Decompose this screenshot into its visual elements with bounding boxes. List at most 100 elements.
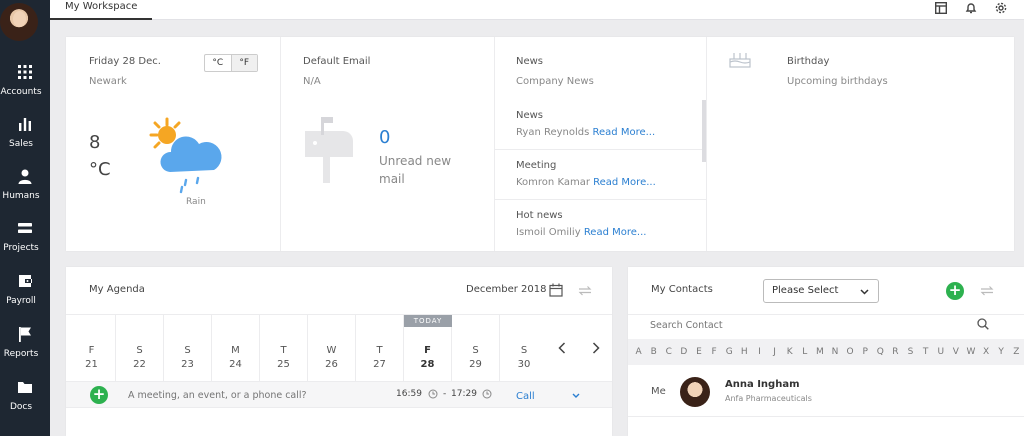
- projects-icon: [18, 223, 32, 233]
- unread-mail-caption-line1: Unread new: [379, 154, 452, 168]
- contacts-card: My Contacts Please Select + ABCDEFGHIJKL…: [628, 267, 1024, 436]
- bell-icon[interactable]: [965, 2, 977, 14]
- new-event-row: + 16:59 - 17:29 Call: [66, 381, 612, 408]
- unit-fahrenheit-button[interactable]: °F: [230, 55, 257, 71]
- chevron-left-icon[interactable]: [558, 342, 566, 354]
- alphabet-letter[interactable]: D: [676, 347, 691, 357]
- search-icon[interactable]: [977, 318, 989, 330]
- news-item[interactable]: News Ryan Reynolds Read More...: [494, 100, 706, 150]
- weather-condition: Rain: [186, 197, 206, 207]
- agenda-day[interactable]: W 26: [308, 315, 356, 381]
- alphabet-letter[interactable]: H: [737, 347, 752, 357]
- alphabet-letter[interactable]: J: [767, 347, 782, 357]
- weather-widget: Friday 28 Dec. Newark °C °F 8 °C Rain: [66, 37, 280, 251]
- alphabet-letter[interactable]: A: [631, 347, 646, 357]
- chevron-down-icon[interactable]: [572, 393, 580, 399]
- alphabet-letter[interactable]: Y: [994, 347, 1009, 357]
- sidebar: Accounts Sales Humans Projects Payroll R…: [0, 0, 50, 436]
- calendar-icon[interactable]: [549, 283, 563, 297]
- sidebar-item-sales[interactable]: Sales: [0, 116, 50, 149]
- sidebar-item-label: Reports: [3, 349, 39, 359]
- agenda-day[interactable]: M 24: [212, 315, 260, 381]
- gear-icon[interactable]: [995, 2, 1007, 14]
- event-title-input[interactable]: [128, 386, 378, 404]
- read-more-link[interactable]: Read More...: [584, 227, 647, 238]
- email-title: Default Email: [303, 56, 371, 67]
- event-start-time[interactable]: 16:59: [396, 389, 422, 399]
- alphabet-letter[interactable]: M: [812, 347, 827, 357]
- alphabet-letter[interactable]: G: [722, 347, 737, 357]
- agenda-day[interactable]: S 23: [164, 315, 212, 381]
- tab-my-workspace[interactable]: My Workspace: [50, 0, 153, 20]
- unit-celsius-button[interactable]: °C: [205, 55, 231, 71]
- sidebar-item-payroll[interactable]: Payroll: [0, 273, 50, 306]
- sidebar-item-docs[interactable]: Docs: [0, 379, 50, 412]
- alphabet-letter[interactable]: V: [948, 347, 963, 357]
- alphabet-letter[interactable]: E: [691, 347, 706, 357]
- sidebar-item-accounts[interactable]: Accounts: [0, 64, 50, 97]
- refresh-icon[interactable]: [578, 284, 592, 297]
- agenda-title: My Agenda: [89, 284, 145, 295]
- layout-icon[interactable]: [935, 2, 947, 14]
- unread-mail-count[interactable]: 0: [379, 127, 390, 148]
- agenda-day[interactable]: F 21: [68, 315, 116, 381]
- agenda-day[interactable]: T 27: [356, 315, 404, 381]
- read-more-link[interactable]: Read More...: [593, 127, 656, 138]
- alphabet-letter[interactable]: Z: [1009, 347, 1024, 357]
- news-subtitle: Company News: [516, 76, 594, 87]
- alphabet-letter[interactable]: Q: [873, 347, 888, 357]
- alphabet-letter[interactable]: W: [963, 347, 978, 357]
- news-item-author: Komron Kamar: [516, 177, 590, 188]
- alphabet-letter[interactable]: K: [782, 347, 797, 357]
- news-item[interactable]: Meeting Komron Kamar Read More...: [494, 150, 706, 200]
- chevron-down-icon[interactable]: [860, 289, 869, 295]
- alphabet-letter[interactable]: F: [707, 347, 722, 357]
- alphabet-letter[interactable]: P: [858, 347, 873, 357]
- event-end-time[interactable]: 17:29: [451, 389, 477, 399]
- agenda-day-today[interactable]: TODAY F 28: [404, 315, 452, 381]
- sidebar-item-reports[interactable]: Reports: [0, 326, 50, 359]
- agenda-month: December 2018: [466, 284, 547, 295]
- birthday-subtitle: Upcoming birthdays: [787, 76, 888, 87]
- news-item[interactable]: Hot news Ismoil Omiliy Read More...: [494, 200, 706, 250]
- alphabet-letter[interactable]: O: [843, 347, 858, 357]
- alphabet-letter[interactable]: S: [903, 347, 918, 357]
- alphabet-letter[interactable]: X: [979, 347, 994, 357]
- alphabet-letter[interactable]: I: [752, 347, 767, 357]
- sidebar-item-projects[interactable]: Projects: [0, 220, 50, 253]
- alphabet-letter[interactable]: N: [827, 347, 842, 357]
- agenda-day[interactable]: S 30: [500, 315, 548, 381]
- agenda-day[interactable]: T 25: [260, 315, 308, 381]
- clock-icon[interactable]: [482, 389, 492, 399]
- contact-row[interactable]: Me Anna Ingham Anfa Pharmaceuticals: [628, 367, 1024, 417]
- alphabet-letter[interactable]: T: [918, 347, 933, 357]
- contact-me-label: Me: [651, 386, 666, 397]
- clock-icon[interactable]: [428, 389, 438, 399]
- news-item-heading: News: [516, 110, 544, 121]
- sidebar-item-humans[interactable]: Humans: [0, 168, 50, 201]
- add-contact-button[interactable]: +: [946, 282, 964, 300]
- alphabet-letter[interactable]: C: [661, 347, 676, 357]
- event-type-select[interactable]: Call: [516, 391, 535, 402]
- rain-cloud-icon: [149, 117, 222, 194]
- agenda-day-strip: F 21 S 22 S 23 M 24 T 25 W 26 T 27 TODAY F 28 S2…: [68, 315, 548, 381]
- alphabet-letter[interactable]: R: [888, 347, 903, 357]
- user-avatar[interactable]: [0, 3, 38, 41]
- agenda-day[interactable]: S 22: [116, 315, 164, 381]
- wallet-icon: [19, 275, 32, 287]
- refresh-icon[interactable]: [980, 284, 994, 297]
- contact-search-input[interactable]: [650, 317, 950, 333]
- news-widget: News Company News News Ryan Reynolds Rea…: [494, 37, 706, 251]
- chevron-right-icon[interactable]: [592, 342, 600, 354]
- folder-icon: [18, 382, 32, 393]
- alphabet-letter[interactable]: B: [646, 347, 661, 357]
- add-event-button[interactable]: +: [90, 386, 108, 404]
- read-more-link[interactable]: Read More...: [593, 177, 656, 188]
- alphabet-letter[interactable]: U: [933, 347, 948, 357]
- agenda-day[interactable]: S 29: [452, 315, 500, 381]
- time-separator: -: [443, 389, 447, 399]
- sidebar-item-label: Humans: [2, 191, 40, 201]
- alphabet-letter[interactable]: L: [797, 347, 812, 357]
- temperature-unit-toggle: °C °F: [204, 54, 258, 72]
- birthday-widget: Birthday Upcoming birthdays: [707, 37, 1014, 251]
